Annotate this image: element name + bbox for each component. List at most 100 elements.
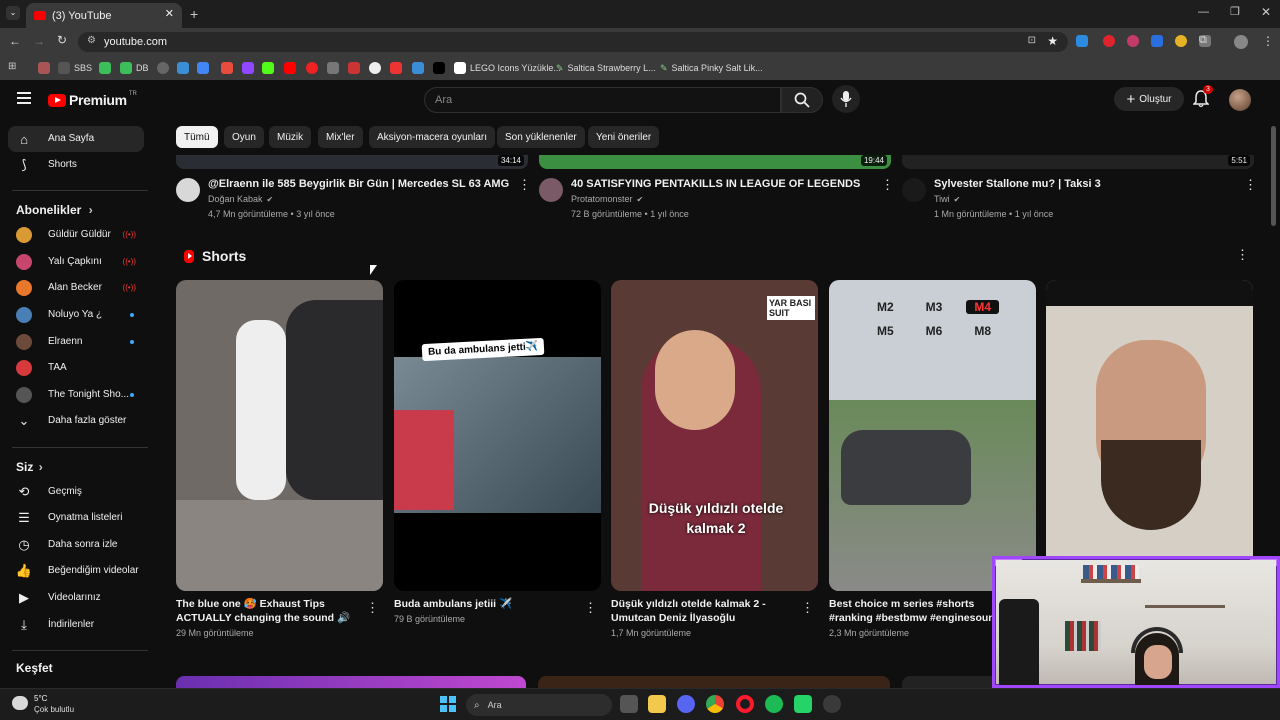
- bookmark-icon[interactable]: [369, 62, 381, 74]
- site-info-icon[interactable]: ⚙: [87, 35, 96, 46]
- search-button[interactable]: [781, 87, 823, 113]
- create-button[interactable]: + Oluştur: [1114, 87, 1184, 111]
- reload-icon[interactable]: ↻: [57, 33, 67, 47]
- sidebar-item-download[interactable]: ⤓ İndirilenler: [8, 612, 144, 638]
- video-menu-icon[interactable]: ⋮: [1244, 178, 1257, 191]
- bookmark-lego[interactable]: LEGO Icons Yüzükle...: [454, 60, 561, 76]
- bookmark-icon[interactable]: [157, 62, 169, 74]
- extension-icon[interactable]: [1151, 35, 1163, 47]
- extensions-puzzle-icon[interactable]: ⧉: [1199, 34, 1207, 47]
- extension-icon[interactable]: [1076, 35, 1088, 47]
- extension-icon[interactable]: [1127, 35, 1139, 47]
- notifications-button[interactable]: 3: [1192, 85, 1213, 109]
- file-explorer-icon[interactable]: [648, 695, 666, 713]
- short-menu-icon[interactable]: ⋮: [801, 601, 814, 614]
- video-title[interactable]: 40 SATISFYING PENTAKILLS IN LEAGUE OF LE…: [571, 178, 860, 190]
- video-title[interactable]: @Elraenn ile 585 Beygirlik Bir Gün | Mer…: [208, 178, 509, 190]
- sidebar-item-clock[interactable]: ◷ Daha sonra izle: [8, 532, 144, 558]
- sidebar-item-subscription[interactable]: The Tonight Sho...: [8, 382, 144, 408]
- filter-chip[interactable]: Mix'ler: [318, 126, 363, 148]
- bookmark-icon[interactable]: [327, 62, 339, 74]
- extension-icon[interactable]: [1103, 35, 1115, 47]
- bookmark-sbs[interactable]: SBS: [58, 60, 92, 76]
- short-thumbnail[interactable]: [176, 280, 383, 591]
- video-title[interactable]: Sylvester Stallone mu? | Taksi 3: [934, 178, 1101, 190]
- video-channel[interactable]: Protatomonster ✔: [571, 194, 643, 204]
- bookmark-star-icon[interactable]: ★: [1047, 34, 1058, 48]
- filter-chip[interactable]: Oyun: [224, 126, 264, 148]
- filter-chip[interactable]: Müzik: [269, 126, 312, 148]
- short-thumbnail[interactable]: YAR BASI SUIT Düşük yıldızlı otelde kalma…: [611, 280, 818, 591]
- bookmark-icon[interactable]: [242, 62, 254, 74]
- tab-search-button[interactable]: ⌄: [6, 6, 20, 20]
- short-thumbnail[interactable]: Bu da ambulans jetti✈️: [394, 280, 601, 591]
- video-channel[interactable]: Doğan Kabak ✔: [208, 194, 273, 204]
- spotify-icon[interactable]: [765, 695, 783, 713]
- next-row-thumbnail[interactable]: [538, 676, 890, 688]
- short-thumbnail[interactable]: [1046, 280, 1253, 591]
- bookmark-icon[interactable]: [262, 62, 274, 74]
- subscriptions-heading[interactable]: Abonelikler ›: [16, 203, 93, 217]
- short-thumbnail[interactable]: M2 M3 M4 M5 M6 M8: [829, 280, 1036, 591]
- profile-avatar[interactable]: [1234, 35, 1248, 49]
- apps-grid-icon[interactable]: ⊞: [8, 61, 16, 72]
- filter-chip[interactable]: Son yüklenenler: [497, 126, 585, 148]
- install-app-icon[interactable]: ⊡: [1028, 35, 1036, 46]
- sidebar-item-subscription[interactable]: Alan Becker ((•)): [8, 275, 144, 301]
- next-row-thumbnail[interactable]: [176, 676, 526, 688]
- show-more-button[interactable]: ⌄ Daha fazla göster: [8, 408, 144, 434]
- bookmark-icon[interactable]: [197, 62, 209, 74]
- bookmark-icon[interactable]: [99, 62, 111, 74]
- video-thumbnail[interactable]: 5:51: [902, 155, 1254, 169]
- account-avatar[interactable]: [1229, 89, 1251, 111]
- bookmark-icon[interactable]: [284, 62, 296, 74]
- steam-icon[interactable]: [823, 695, 841, 713]
- video-menu-icon[interactable]: ⋮: [881, 178, 894, 191]
- sidebar-item-subscription[interactable]: Güldür Güldür ((•)): [8, 222, 144, 248]
- video-channel[interactable]: Tiwi ✔: [934, 194, 960, 204]
- sidebar-item-thumbs-up[interactable]: 👍 Beğendiğim videolar: [8, 558, 144, 584]
- tab-close-icon[interactable]: ✕: [165, 7, 174, 20]
- forward-icon[interactable]: →: [33, 34, 45, 48]
- youtube-logo[interactable]: Premium TR: [48, 91, 137, 108]
- new-tab-button[interactable]: +: [190, 6, 198, 22]
- video-menu-icon[interactable]: ⋮: [518, 178, 531, 191]
- task-view-icon[interactable]: [620, 695, 638, 713]
- bookmark-icon[interactable]: [221, 62, 233, 74]
- sidebar-item-history[interactable]: ⟲ Geçmiş: [8, 479, 144, 505]
- video-thumbnail[interactable]: 34:14: [176, 155, 528, 169]
- page-scrollbar[interactable]: [1271, 126, 1276, 226]
- sidebar-item-shorts[interactable]: ⟆ Shorts: [8, 152, 144, 178]
- back-icon[interactable]: ←: [9, 34, 21, 48]
- shorts-shelf-menu-icon[interactable]: ⋮: [1236, 248, 1249, 261]
- opera-icon[interactable]: [736, 695, 754, 713]
- sidebar-item-subscription[interactable]: TAA: [8, 355, 144, 381]
- bookmark-icon[interactable]: [38, 62, 50, 74]
- bookmark-icon[interactable]: [348, 62, 360, 74]
- sidebar-item-home[interactable]: ⌂ Ana Sayfa: [8, 126, 144, 152]
- filter-chip[interactable]: Yeni öneriler: [588, 126, 660, 148]
- app-icon[interactable]: [794, 695, 812, 713]
- maximize-button[interactable]: ❐: [1230, 5, 1240, 18]
- x-icon[interactable]: [433, 62, 445, 74]
- close-window-button[interactable]: ✕: [1261, 5, 1271, 19]
- bookmark-icon[interactable]: [306, 62, 318, 74]
- bookmark-saltica-strawberry[interactable]: ✎ Saltica Strawberry L...: [556, 60, 656, 76]
- taskbar-search[interactable]: ⌕ Ara: [466, 694, 612, 716]
- search-input[interactable]: Ara: [424, 87, 781, 113]
- sidebar-item-subscription[interactable]: Yalı Çapkını ((•)): [8, 249, 144, 275]
- channel-avatar[interactable]: [176, 178, 200, 202]
- short-menu-icon[interactable]: ⋮: [584, 601, 597, 614]
- address-bar[interactable]: ⚙ youtube.com ⊡ ★: [78, 32, 1068, 52]
- voice-search-button[interactable]: [832, 85, 860, 113]
- weather-widget[interactable]: 5°C Çok bulutlu: [10, 692, 100, 718]
- filter-chip[interactable]: Aksiyon-macera oyunları: [369, 126, 496, 148]
- browser-tab[interactable]: (3) YouTube ✕: [26, 3, 182, 28]
- bookmark-icon[interactable]: [390, 62, 402, 74]
- channel-avatar[interactable]: [539, 178, 563, 202]
- bookmark-saltica-pinky[interactable]: ✎ Saltica Pinky Salt Lik...: [660, 60, 763, 76]
- short-menu-icon[interactable]: ⋮: [366, 601, 379, 614]
- short-title[interactable]: The blue one 🥵 Exhaust Tips ACTUALLY cha…: [176, 597, 361, 625]
- start-button[interactable]: [440, 696, 456, 712]
- hamburger-menu-icon[interactable]: [17, 92, 31, 104]
